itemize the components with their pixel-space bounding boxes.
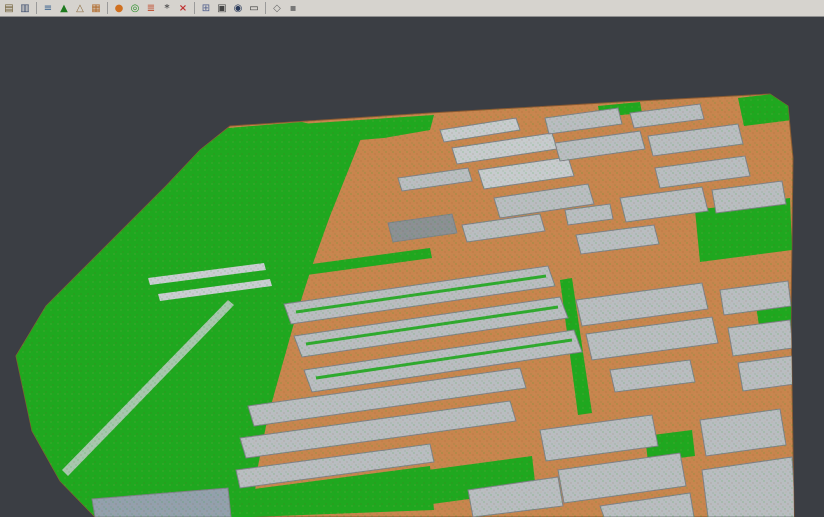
camera-icon[interactable]: ▭	[247, 2, 261, 15]
toolbar-separator	[107, 2, 108, 14]
texture-icon[interactable]: ▦	[89, 2, 103, 15]
save-icon[interactable]: ▥	[18, 2, 32, 15]
orbit-icon[interactable]: ●	[112, 2, 126, 15]
measure-icon[interactable]: ◇	[270, 2, 284, 15]
toolbar-separator	[265, 2, 266, 14]
globe-icon[interactable]: ◉	[231, 2, 245, 15]
toolbar-separator	[194, 2, 195, 14]
settings-gear-icon[interactable]: *	[160, 2, 174, 15]
point-speckle-overlay	[0, 18, 824, 517]
list-icon[interactable]: ≣	[144, 2, 158, 15]
3d-viewport[interactable]	[0, 18, 824, 517]
terrain-icon[interactable]: △	[73, 2, 87, 15]
toolbar-separator	[36, 2, 37, 14]
layers-icon[interactable]: ≡	[41, 2, 55, 15]
point-cloud-render	[0, 18, 824, 517]
delete-icon[interactable]: ×	[176, 2, 190, 15]
main-toolbar: ▤ ▥ ≡ ▲ △ ▦ ● ◎ ≣ * × ⊞ ▣ ◉ ▭ ◇ ▪	[0, 0, 824, 17]
vegetation-icon[interactable]: ▲	[57, 2, 71, 15]
open-folder-icon[interactable]: ▤	[2, 2, 16, 15]
target-icon[interactable]: ◎	[128, 2, 142, 15]
info-icon[interactable]: ▪	[286, 2, 300, 15]
grid-icon[interactable]: ⊞	[199, 2, 213, 15]
snapshot-icon[interactable]: ▣	[215, 2, 229, 15]
